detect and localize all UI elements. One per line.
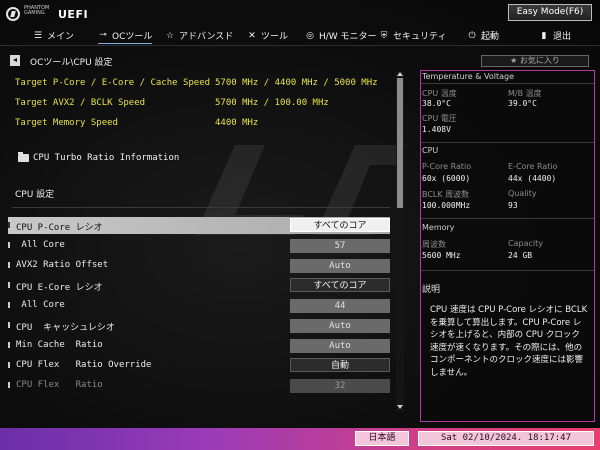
mem-freq-label: 周波数 bbox=[422, 240, 446, 249]
bclk-value: 100.000MHz bbox=[422, 201, 471, 210]
back-arrow-icon[interactable] bbox=[10, 55, 20, 66]
logo-brand: PHANTOM GAMING bbox=[24, 5, 50, 16]
list-icon: ☰ bbox=[33, 30, 43, 41]
row-bullet bbox=[8, 342, 10, 348]
pcore-ratio-value: 60x (6000) bbox=[422, 174, 471, 183]
brand-watermark bbox=[195, 145, 405, 235]
tab-exit[interactable]: ▮ 退出 bbox=[539, 27, 572, 44]
tools-icon: ✕ bbox=[248, 30, 256, 41]
panel-divider bbox=[421, 83, 594, 84]
power-icon: ⏻ bbox=[468, 30, 476, 41]
exit-icon: ▮ bbox=[541, 30, 547, 41]
pcore-ratio-label: P-Core Ratio bbox=[422, 162, 472, 171]
panel-divider bbox=[421, 270, 594, 271]
row-bullet bbox=[8, 242, 10, 248]
datetime-display[interactable]: Sat 02/10/2024. 18:17:47 bbox=[418, 431, 594, 446]
row-bullet bbox=[8, 362, 10, 368]
tab-main[interactable]: ☰ メイン bbox=[33, 27, 74, 44]
main-nav: ☰ メイン ⊸ OCツール ☆ アドバンスド ✕ ツール ◎ H/W モニター … bbox=[0, 26, 600, 46]
breadcrumb: OCツール\CPU 設定 bbox=[30, 58, 113, 68]
cache-ratio-input[interactable]: Auto bbox=[290, 319, 390, 333]
pcore-ratio-select[interactable]: すべてのコア bbox=[290, 218, 390, 232]
target-avx2-value: 5700 MHz / 100.00 MHz bbox=[215, 98, 329, 108]
flex-ratio-input: 32 bbox=[290, 379, 390, 393]
quality-value: 93 bbox=[508, 201, 518, 210]
tab-oc-tools[interactable]: ⊸ OCツール bbox=[98, 27, 153, 44]
mem-capacity-value: 24 GB bbox=[508, 251, 533, 260]
panel-divider bbox=[421, 218, 594, 219]
row-bullet bbox=[8, 262, 10, 268]
tab-security[interactable]: ⛨ セキュリティ bbox=[379, 27, 447, 44]
target-core-speed-value: 5700 MHz / 4400 MHz / 5000 MHz bbox=[215, 78, 378, 88]
phantom-gaming-logo-icon bbox=[6, 7, 20, 21]
description-title: 説明 bbox=[422, 285, 441, 295]
target-core-speed-label: Target P-Core / E-Core / Cache Speed bbox=[15, 78, 211, 88]
row-bullet bbox=[8, 382, 10, 388]
favorite-button[interactable]: ★ お気に入り bbox=[481, 55, 589, 67]
tab-advanced[interactable]: ☆ アドバンスド bbox=[165, 27, 233, 44]
easy-mode-button[interactable]: Easy Mode(F6) bbox=[508, 4, 592, 21]
ecore-ratio-label: E-Core Ratio bbox=[508, 162, 558, 171]
mb-temp-value: 39.0°C bbox=[508, 99, 537, 108]
min-cache-ratio-input[interactable]: Auto bbox=[290, 339, 390, 353]
logo: PHANTOM GAMING UEFI bbox=[6, 6, 98, 22]
row-bullet bbox=[8, 322, 10, 328]
ecore-ratio-select[interactable]: すべてのコア bbox=[290, 278, 390, 292]
turbo-ratio-info-link[interactable]: CPU Turbo Ratio Information bbox=[33, 153, 179, 163]
scrollbar-thumb[interactable] bbox=[397, 78, 403, 208]
shield-icon: ⛨ bbox=[380, 30, 388, 41]
scroll-down-arrow-icon[interactable] bbox=[397, 405, 403, 409]
oc-icon: ⊸ bbox=[99, 30, 107, 40]
target-memory-value: 4400 MHz bbox=[215, 118, 259, 128]
cpu-volt-value: 1.408V bbox=[422, 125, 451, 134]
mem-capacity-label: Capacity bbox=[508, 239, 543, 248]
scroll-up-arrow-icon[interactable] bbox=[397, 72, 403, 76]
target-memory-label: Target Memory Speed bbox=[15, 118, 118, 128]
section-title: CPU 設定 bbox=[15, 190, 55, 200]
target-avx2-label: Target AVX2 / BCLK Speed bbox=[15, 98, 146, 108]
mb-temp-label: M/B 温度 bbox=[508, 89, 542, 98]
monitor-icon: ◎ bbox=[306, 30, 314, 41]
row-bullet bbox=[8, 222, 10, 228]
tab-hw-monitor[interactable]: ◎ H/W モニター bbox=[305, 27, 377, 44]
mem-freq-value: 5600 MHz bbox=[422, 251, 461, 260]
logo-uefi: UEFI bbox=[58, 8, 89, 21]
bclk-label: BCLK 周波数 bbox=[422, 190, 470, 199]
tab-tools[interactable]: ✕ ツール bbox=[247, 27, 288, 44]
description-text: CPU 速度は CPU P-Core レシオに BCLK を乗算して算出します。… bbox=[430, 305, 588, 378]
pcore-all-core-input[interactable]: 57 bbox=[290, 239, 390, 253]
tab-boot[interactable]: ⏻ 起動 bbox=[467, 27, 499, 44]
language-button[interactable]: 日本語 bbox=[355, 431, 409, 446]
quality-label: Quality bbox=[508, 189, 537, 198]
cpu-volt-label: CPU 電圧 bbox=[422, 114, 457, 123]
flex-ratio-override-select[interactable]: 自動 bbox=[290, 358, 390, 372]
row-bullet bbox=[8, 302, 10, 308]
section-divider bbox=[12, 207, 390, 208]
avx2-offset-input[interactable]: Auto bbox=[290, 259, 390, 273]
top-bar: PHANTOM GAMING UEFI Easy Mode(F6) bbox=[0, 0, 600, 26]
ecore-all-core-input[interactable]: 44 bbox=[290, 299, 390, 313]
row-bullet bbox=[8, 282, 10, 288]
cpu-section-title: CPU bbox=[422, 146, 439, 155]
nav-divider bbox=[0, 45, 600, 46]
panel-divider bbox=[421, 142, 594, 143]
star-icon: ☆ bbox=[165, 30, 175, 41]
ecore-ratio-value: 44x (4400) bbox=[508, 174, 557, 183]
folder-icon bbox=[18, 152, 29, 162]
panel-title: Temperature & Voltage bbox=[422, 72, 515, 81]
cpu-temp-value: 38.0°C bbox=[422, 99, 451, 108]
cpu-temp-label: CPU 温度 bbox=[422, 89, 457, 98]
memory-section-title: Memory bbox=[422, 223, 455, 232]
